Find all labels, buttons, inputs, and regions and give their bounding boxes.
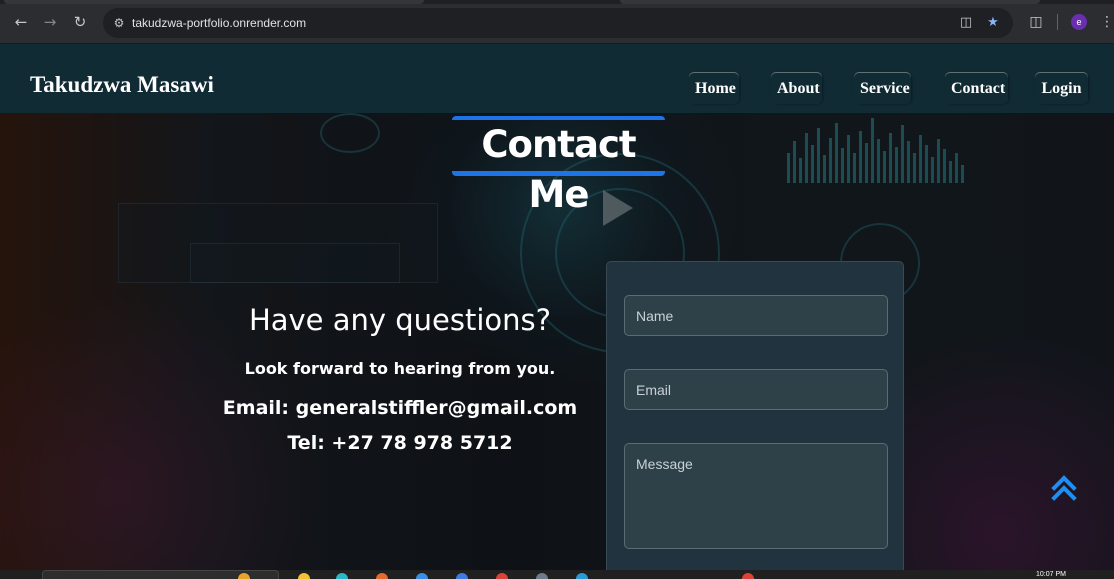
folder-icon[interactable] xyxy=(238,573,250,579)
questions-heading: Have any questions? xyxy=(248,303,552,337)
kebab-menu-icon[interactable]: ⋮ xyxy=(1100,13,1114,31)
url-text[interactable]: takudzwa-portfolio.onrender.com xyxy=(132,15,306,31)
contact-email[interactable]: Email: generalstiffler@gmail.com xyxy=(170,395,630,421)
site-header: Takudzwa Masawi Home About Service Conta… xyxy=(0,44,1114,113)
page-title: Contact Me xyxy=(452,116,665,216)
install-app-icon[interactable]: ◫ xyxy=(958,15,974,31)
app-icon[interactable] xyxy=(376,573,388,579)
app-icon[interactable] xyxy=(298,573,310,579)
nav-service-link[interactable]: Service xyxy=(854,73,911,104)
tune-icon[interactable]: ⚙ xyxy=(111,15,127,31)
contact-phone[interactable]: Tel: +27 78 978 5712 xyxy=(170,430,630,456)
nav-login-link[interactable]: Login xyxy=(1035,73,1088,104)
nav-home-link[interactable]: Home xyxy=(689,73,739,104)
reload-icon[interactable]: ↻ xyxy=(71,13,89,31)
double-chevron-up-icon[interactable] xyxy=(1050,473,1080,511)
avatar[interactable]: e xyxy=(1071,14,1087,30)
nav-contact-link[interactable]: Contact xyxy=(945,73,1008,104)
puzzle-icon[interactable]: ◫ xyxy=(1027,13,1045,31)
questions-subheading: Look forward to hearing from you. xyxy=(244,359,556,378)
taskbar-clock: 10:07 PM xyxy=(1036,571,1066,578)
app-icon[interactable] xyxy=(456,573,468,579)
tab[interactable] xyxy=(4,0,424,4)
brand-logo-text[interactable]: Takudzwa Masawi xyxy=(30,71,214,99)
tab-strip xyxy=(0,0,1114,4)
name-field[interactable] xyxy=(624,295,888,336)
contact-section: Contact Me Have any questions? Look forw… xyxy=(0,113,1114,570)
app-icon[interactable] xyxy=(536,573,548,579)
forward-arrow-icon[interactable]: → xyxy=(41,13,59,31)
tab[interactable] xyxy=(620,0,1040,4)
app-icon[interactable] xyxy=(336,573,348,579)
taskbar: 10:07 PM xyxy=(0,570,1114,579)
address-bar[interactable]: ⚙ takudzwa-portfolio.onrender.com ◫ ★ xyxy=(103,8,1013,38)
contact-form xyxy=(606,261,904,570)
chrome-icon[interactable] xyxy=(742,573,754,579)
app-icon[interactable] xyxy=(496,573,508,579)
browser-toolbar: ← → ↻ ⚙ takudzwa-portfolio.onrender.com … xyxy=(0,0,1114,44)
toolbar-divider xyxy=(1057,14,1058,30)
app-icon[interactable] xyxy=(576,573,588,579)
email-field[interactable] xyxy=(624,369,888,410)
app-icon[interactable] xyxy=(416,573,428,579)
nav-about-link[interactable]: About xyxy=(771,73,822,104)
star-icon[interactable]: ★ xyxy=(985,15,1001,31)
message-field[interactable] xyxy=(624,443,888,549)
back-arrow-icon[interactable]: ← xyxy=(12,13,30,31)
